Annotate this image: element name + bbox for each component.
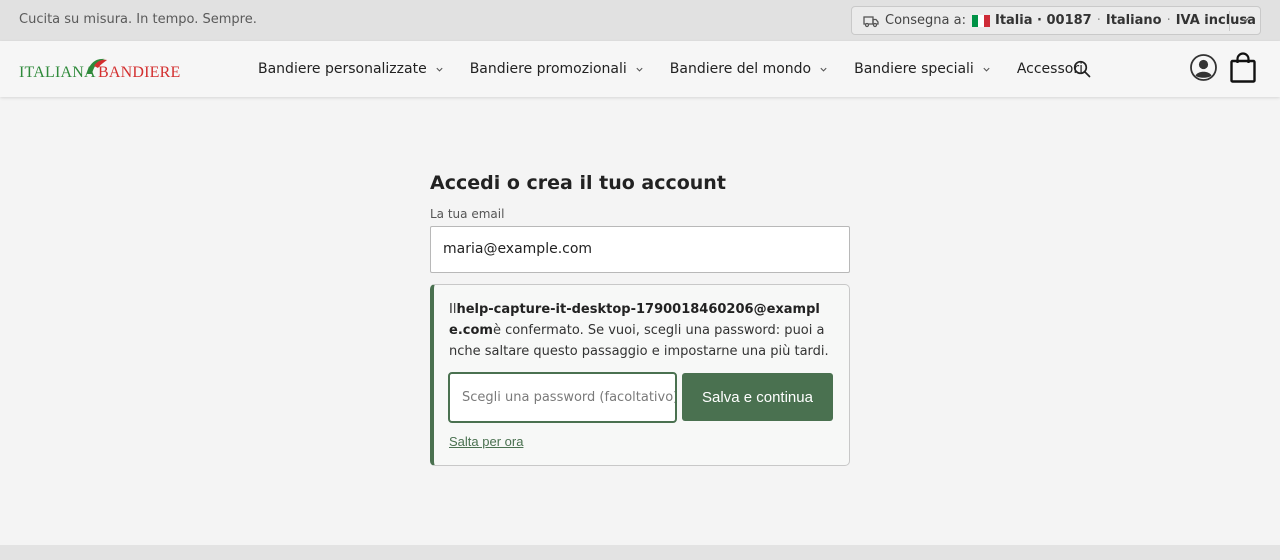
italy-flag-icon [971, 14, 990, 27]
nav-item-bandiere-del-mondo[interactable]: Bandiere del mondo [670, 61, 828, 77]
email-field[interactable]: maria@example.com [430, 226, 850, 273]
tagline: Cucita su misura. In tempo. Sempre. [19, 12, 257, 27]
main-nav: Bandiere personalizzate Bandiere promozi… [258, 41, 1109, 97]
nav-item-bandiere-promozionali[interactable]: Bandiere promozionali [470, 61, 644, 77]
chevron-down-icon [636, 67, 643, 72]
shipping-label: Consegna a: [885, 13, 966, 28]
shipping-selector[interactable]: Consegna a: Italia · 00187 · Italiano · … [851, 6, 1261, 35]
nav-item-label: Bandiere promozionali [469, 61, 627, 77]
separator: · [1166, 13, 1171, 28]
chevron-down-icon [820, 67, 827, 72]
divider [1229, 11, 1230, 31]
top-bar: Cucita su misura. In tempo. Sempre. Cons… [0, 0, 1280, 41]
search-icon[interactable] [1073, 60, 1091, 78]
login-card: Accedi o crea il tuo account La tua emai… [430, 172, 850, 466]
nav-item-bandiere-personalizzate[interactable]: Bandiere personalizzate [258, 61, 444, 77]
nav-item-bandiere-speciali[interactable]: Bandiere speciali [854, 61, 991, 77]
nav-item-label: Bandiere del mondo [669, 61, 812, 77]
skip-link[interactable]: Salta per ora [449, 434, 523, 449]
nav-item-label: Bandiere personalizzate [258, 61, 427, 77]
site-header: ITALIANA BANDIERE Bandiere personalizzat… [0, 41, 1280, 97]
save-and-continue-button[interactable]: Salva e continua [682, 373, 833, 421]
chevron-down-icon [1241, 18, 1249, 23]
password-panel: Ilhelp-capture-it-desktop-1790018460206@… [430, 284, 850, 466]
shipping-country: Italia · 00187 [994, 13, 1092, 28]
shipping-language: Italiano [1105, 13, 1162, 28]
footer-bar [0, 545, 1280, 560]
page-title: Accedi o crea il tuo account [430, 172, 726, 194]
email-label: La tua email [430, 207, 505, 221]
account-icon[interactable] [1190, 54, 1217, 81]
logo-text-italiana: ITALIANA [19, 64, 96, 81]
password-input[interactable]: Scegli una password (facoltativo) [448, 372, 677, 423]
password-placeholder: Scegli una password (facoltativo) [462, 390, 677, 405]
logo[interactable]: ITALIANA BANDIERE [19, 56, 180, 84]
separator: · [1096, 13, 1101, 28]
confirmation-message: Ilhelp-capture-it-desktop-1790018460206@… [449, 299, 829, 362]
chevron-down-icon [436, 67, 443, 72]
cart-icon[interactable] [1230, 52, 1256, 83]
nav-item-label: Bandiere speciali [854, 61, 974, 77]
logo-text-bandiere: BANDIERE [98, 64, 181, 81]
chevron-down-icon [983, 67, 990, 72]
truck-icon [863, 15, 879, 27]
confirmation-text: è confermato. Se vuoi, scegli una passwo… [449, 323, 829, 359]
